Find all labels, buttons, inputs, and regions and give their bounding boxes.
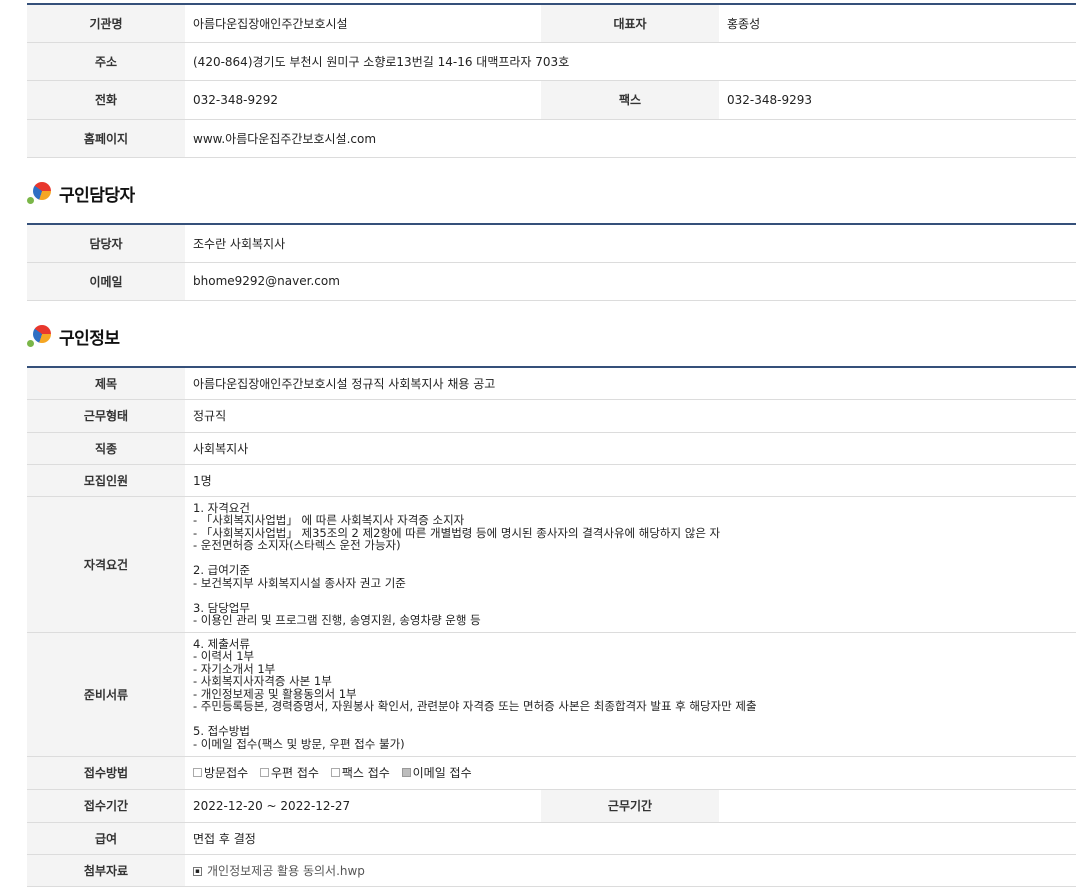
- attachment-link[interactable]: 개인정보제공 활용 동의서.hwp: [207, 864, 365, 878]
- documents-value: 4. 제출서류 - 이력서 1부 - 자기소개서 1부 - 사회복지사자격증 사…: [185, 632, 1076, 757]
- work-type-label: 근무형태: [27, 399, 185, 433]
- apply-period-label: 접수기간: [27, 789, 185, 823]
- work-period-label: 근무기간: [541, 789, 719, 823]
- salary-value: 면접 후 결정: [185, 822, 1076, 855]
- org-name-value: 아름다운집장애인주간보호시설: [185, 4, 541, 43]
- apply-method-options: 방문접수 우편 접수 팩스 접수 이메일 접수: [185, 756, 1076, 790]
- qualification-label: 자격요건: [27, 496, 185, 633]
- checkbox-icon: [260, 768, 269, 777]
- section-bullet-icon: [27, 179, 55, 207]
- work-type-value: 정규직: [185, 399, 1076, 433]
- contact-section-heading: 구인담당자: [27, 179, 135, 207]
- table-row: 준비서류 4. 제출서류 - 이력서 1부 - 자기소개서 1부 - 사회복지사…: [27, 632, 1076, 757]
- table-row: 홈페이지 www.아름다운집주간보호시설.com: [27, 119, 1076, 158]
- ceo-value: 홍종성: [719, 4, 1076, 43]
- table-row: 모집인원 1명: [27, 464, 1076, 497]
- apply-method-label: 접수방법: [27, 756, 185, 790]
- job-title-value: 아름다운집장애인주간보호시설 정규직 사회복지사 채용 공고: [185, 367, 1076, 400]
- table-row: 제목 아름다운집장애인주간보호시설 정규직 사회복지사 채용 공고: [27, 367, 1076, 400]
- table-row: 첨부자료 ▪ 개인정보제공 활용 동의서.hwp: [27, 854, 1076, 887]
- headcount-label: 모집인원: [27, 464, 185, 497]
- fax-value: 032-348-9293: [719, 80, 1076, 120]
- table-row: 접수방법 방문접수 우편 접수 팩스 접수 이메일 접수: [27, 756, 1076, 790]
- job-section-heading: 구인정보: [27, 322, 120, 350]
- job-title-label: 제목: [27, 367, 185, 400]
- checkbox-icon: [330, 768, 340, 777]
- address-value: (420-864)경기도 부천시 원미구 소향로13번길 14-16 대맥프라자…: [185, 42, 1076, 81]
- checkbox-fax[interactable]: 팩스 접수: [330, 764, 390, 781]
- table-row: 기관명 아름다운집장애인주간보호시설 대표자 홍종성: [27, 4, 1076, 43]
- table-row: 급여 면접 후 결정: [27, 822, 1076, 855]
- checkbox-label: 방문접수: [204, 766, 249, 780]
- table-row: 주소 (420-864)경기도 부천시 원미구 소향로13번길 14-16 대맥…: [27, 42, 1076, 81]
- homepage-link[interactable]: www.아름다운집주간보호시설.com: [185, 119, 1076, 158]
- table-row: 전화 032-348-9292 팩스 032-348-9293: [27, 80, 1076, 120]
- attachment-cell: ▪ 개인정보제공 활용 동의서.hwp: [185, 854, 1076, 887]
- table-row: 이메일 bhome9292@naver.com: [27, 262, 1076, 301]
- table-row: 직종 사회복지사: [27, 432, 1076, 465]
- checkbox-email[interactable]: 이메일 접수: [401, 764, 472, 781]
- section-bullet-icon: [27, 322, 55, 350]
- table-row: 근무형태 정규직: [27, 399, 1076, 433]
- table-row: 담당자 조수란 사회복지사: [27, 224, 1076, 263]
- job-table: 제목 아름다운집장애인주간보호시설 정규직 사회복지사 채용 공고 근무형태 정…: [27, 366, 1076, 887]
- checkbox-icon: [193, 768, 202, 777]
- contact-table: 담당자 조수란 사회복지사 이메일 bhome9292@naver.com: [27, 223, 1076, 301]
- address-label: 주소: [27, 42, 185, 81]
- fax-label: 팩스: [541, 80, 719, 120]
- salary-label: 급여: [27, 822, 185, 855]
- table-row: 접수기간 2022-12-20 ~ 2022-12-27 근무기간: [27, 789, 1076, 823]
- headcount-value: 1명: [185, 464, 1076, 497]
- manager-label: 담당자: [27, 224, 185, 263]
- apply-period-value: 2022-12-20 ~ 2022-12-27: [185, 789, 541, 823]
- checkbox-mail[interactable]: 우편 접수: [260, 764, 319, 781]
- checkbox-label: 우편 접수: [271, 766, 319, 780]
- homepage-label: 홈페이지: [27, 119, 185, 158]
- email-value: bhome9292@naver.com: [185, 262, 1076, 301]
- documents-label: 준비서류: [27, 632, 185, 757]
- email-label: 이메일: [27, 262, 185, 301]
- table-row: 자격요건 1. 자격요건 - 「사회복지사업법」 에 따른 사회복지사 자격증 …: [27, 496, 1076, 633]
- phone-value: 032-348-9292: [185, 80, 541, 120]
- file-icon: ▪: [193, 866, 202, 876]
- checkbox-label: 팩스 접수: [341, 766, 390, 780]
- org-name-label: 기관명: [27, 4, 185, 43]
- occupation-label: 직종: [27, 432, 185, 465]
- checkbox-label: 이메일 접수: [412, 766, 472, 780]
- work-period-value: [719, 789, 1076, 823]
- attachment-label: 첨부자료: [27, 854, 185, 887]
- phone-label: 전화: [27, 80, 185, 120]
- page: 기관명 아름다운집장애인주간보호시설 대표자 홍종성 주소 (420-864)경…: [0, 0, 1092, 887]
- checkbox-visit[interactable]: 방문접수: [193, 764, 248, 781]
- manager-value: 조수란 사회복지사: [185, 224, 1076, 263]
- qualification-value: 1. 자격요건 - 「사회복지사업법」 에 따른 사회복지사 자격증 소지자 -…: [185, 496, 1076, 633]
- org-info-table: 기관명 아름다운집장애인주간보호시설 대표자 홍종성 주소 (420-864)경…: [27, 3, 1076, 158]
- checkbox-checked-icon: [401, 768, 411, 777]
- occupation-value: 사회복지사: [185, 432, 1076, 465]
- contact-section-title: 구인담당자: [59, 185, 135, 206]
- job-section-title: 구인정보: [59, 328, 120, 349]
- ceo-label: 대표자: [541, 4, 719, 43]
